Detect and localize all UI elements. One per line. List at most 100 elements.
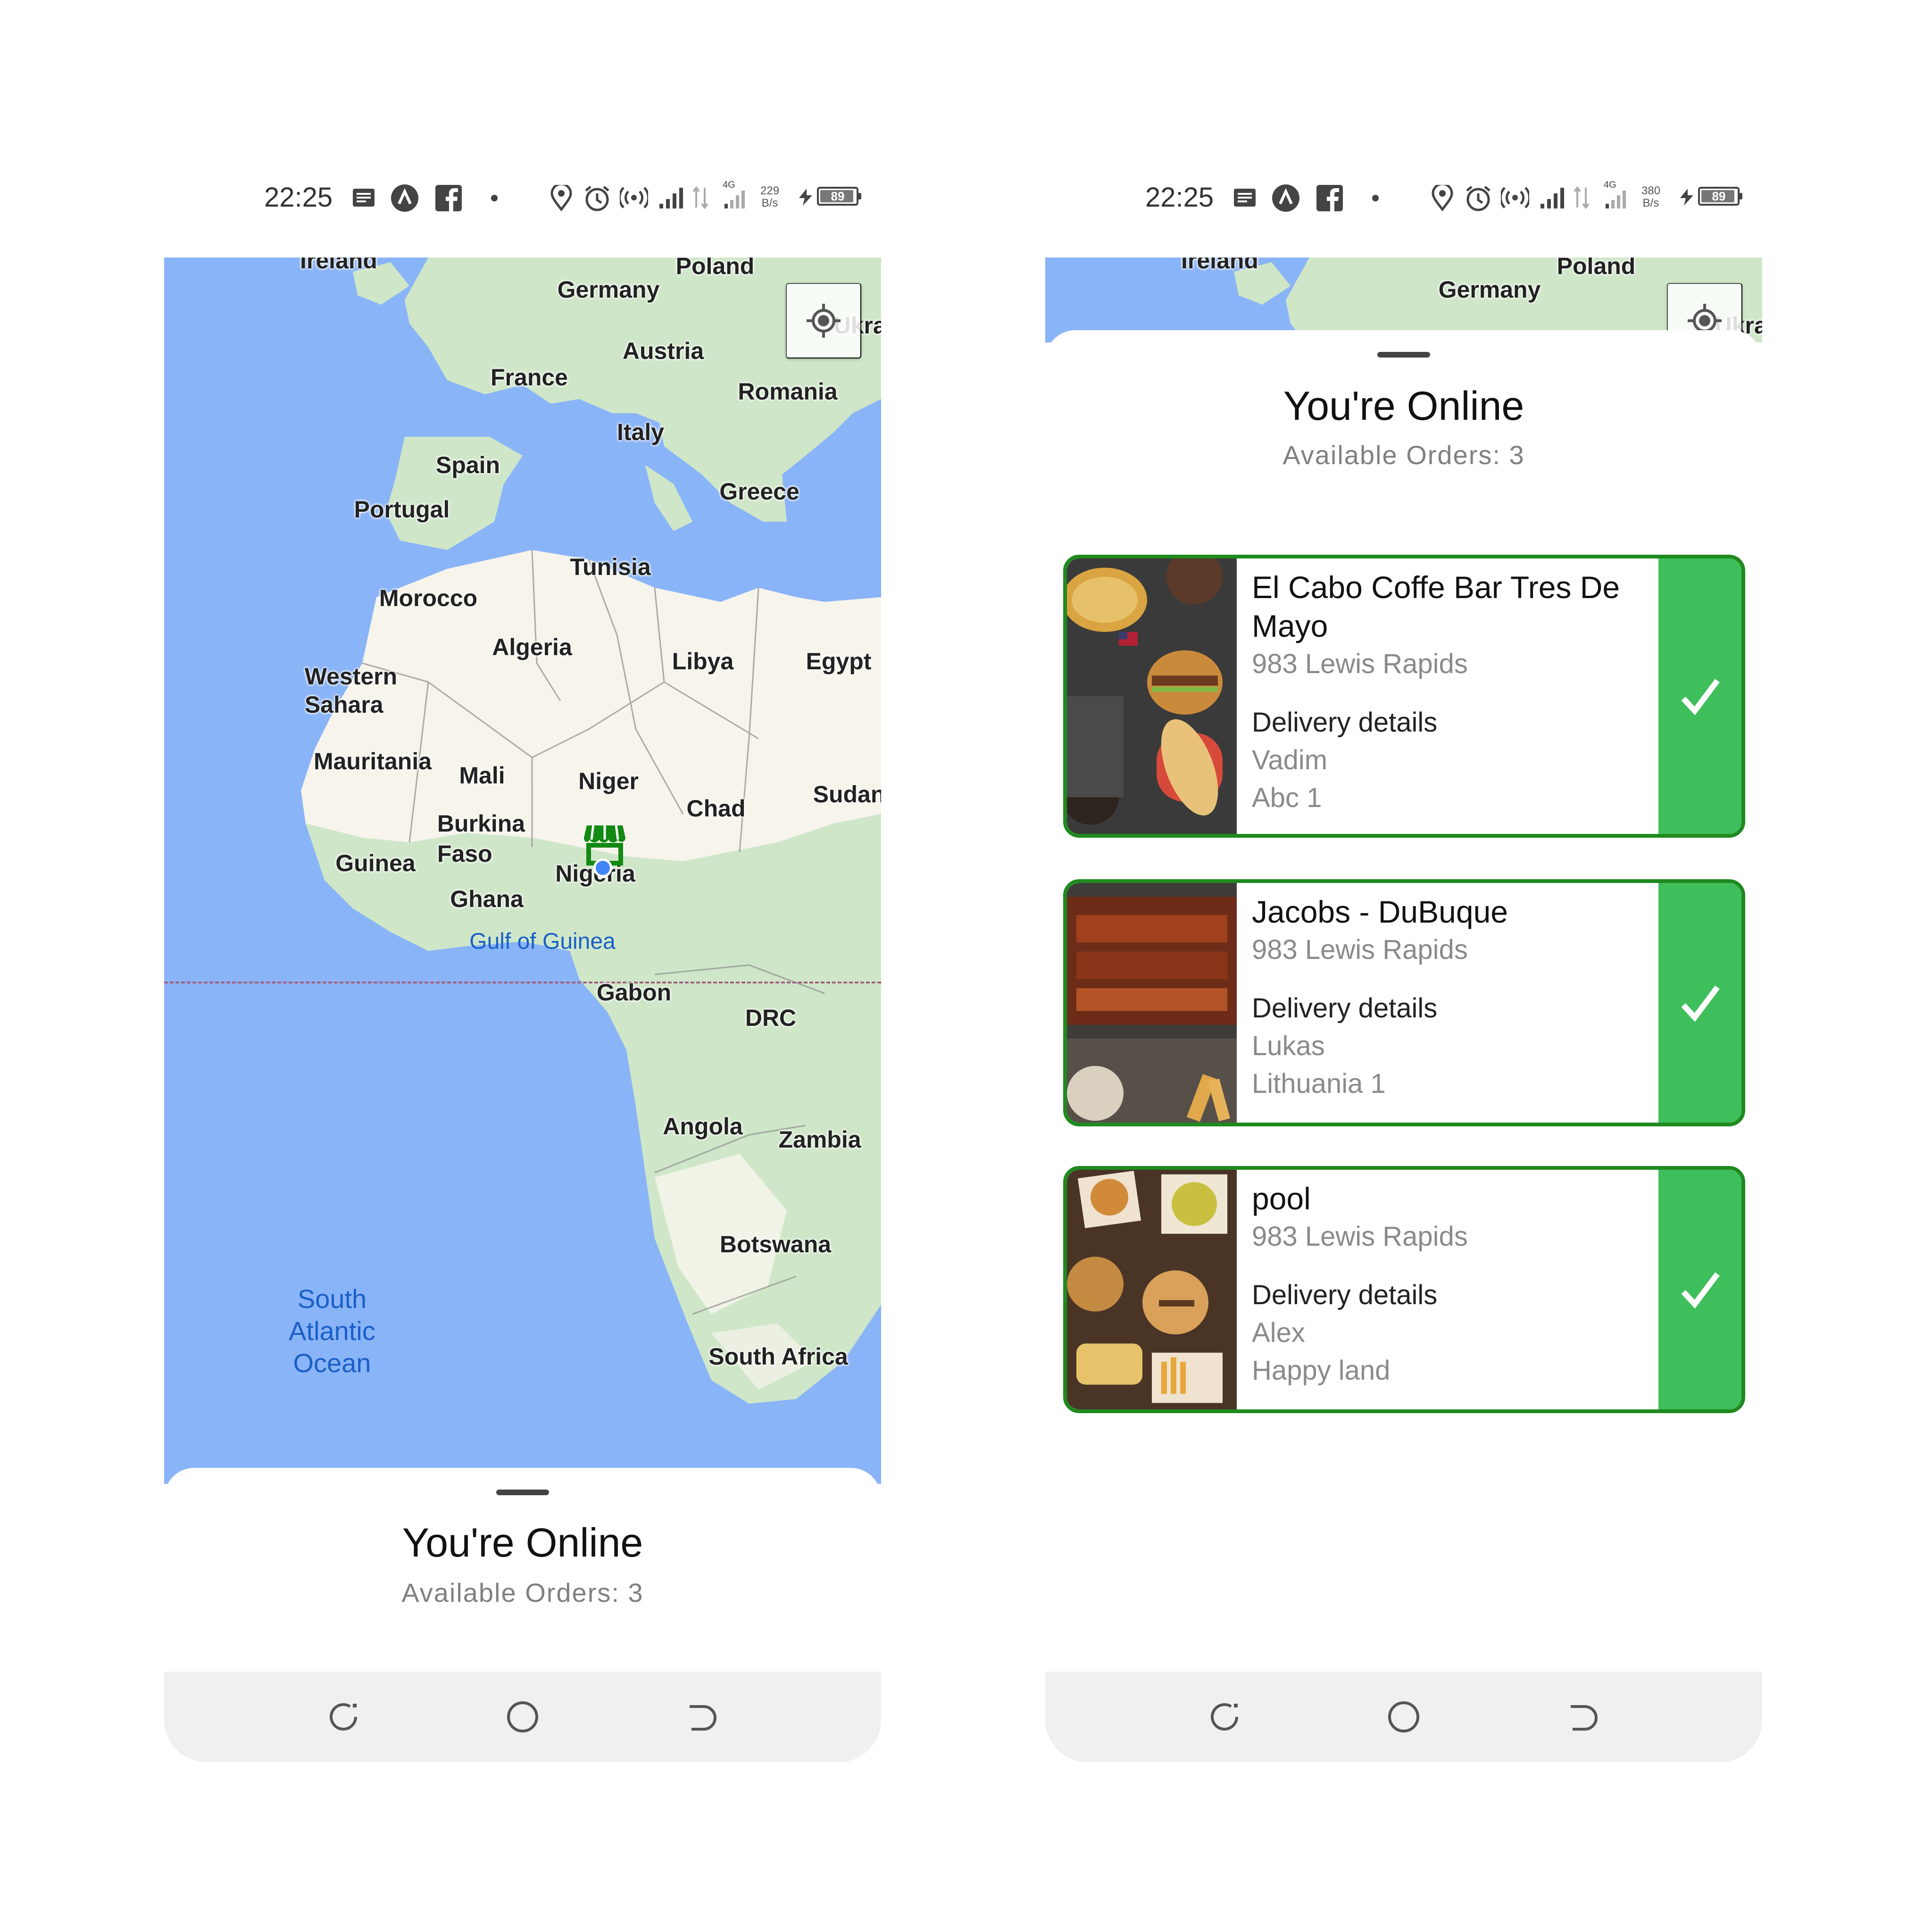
available-orders-count: Available Orders: 3 [401, 1578, 644, 1607]
facebook-icon [435, 185, 462, 211]
order-details: El Cabo Coffe Bar Tres De Mayo 983 Lewis… [1252, 568, 1647, 817]
map-label-south-africa: South Africa [708, 1343, 848, 1370]
hotspot-icon [1501, 186, 1529, 209]
map-label-germany: Germany [1438, 276, 1541, 303]
map-label-romania: Romania [738, 378, 838, 405]
status-bar: 22:25 4G 380 B/s 89 [1045, 174, 1762, 221]
signal-4g-icon: 4G [1602, 179, 1633, 210]
map-label-egypt: Egypt [806, 648, 872, 675]
back-icon [1571, 1705, 1598, 1731]
map-view[interactable]: Ireland Germany Poland Ukrai France Aust… [164, 258, 881, 1484]
map-label-ireland: Ireland [300, 258, 377, 274]
delivery-address: Lithuania 1 [1252, 1068, 1386, 1099]
hotspot-icon [620, 186, 648, 209]
back-icon [690, 1705, 716, 1731]
delivery-details-label: Delivery details [1252, 993, 1438, 1024]
dot-icon [1372, 194, 1379, 202]
delivery-address: Happy land [1252, 1355, 1391, 1386]
navigation-bar [1045, 1672, 1762, 1762]
battery-indicator: 89 [817, 187, 861, 206]
facebook-icon [1316, 185, 1343, 211]
battery-level: 89 [1712, 189, 1726, 203]
restaurant-photo [1067, 1170, 1237, 1409]
customer-name: Vadim [1252, 745, 1328, 775]
home-button[interactable] [1385, 1698, 1423, 1736]
map-label-greece: Greece [719, 478, 799, 505]
back-button[interactable] [683, 1698, 721, 1736]
status-bar: 22:25 4G 229 B/s 89 [164, 174, 881, 221]
customer-name: Lukas [1252, 1031, 1325, 1061]
map-label-france: France [491, 364, 568, 391]
location-pin-icon [550, 185, 573, 211]
svg-text:4G: 4G [723, 180, 735, 190]
map-label-austria: Austria [622, 338, 704, 364]
restaurant-photo [1067, 558, 1237, 834]
alarm-icon [1464, 184, 1492, 212]
recent-apps-icon [330, 1703, 357, 1731]
delivery-details-label: Delivery details [1252, 1280, 1438, 1310]
battery-level: 89 [831, 189, 845, 203]
map-label-ghana: Ghana [450, 886, 524, 912]
restaurant-address: 983 Lewis Rapids [1252, 1221, 1468, 1252]
phone-screen-orders: 22:25 4G 380 B/s 89 Ireland Germany Pola… [1045, 0, 1762, 1932]
network-speed: 380 B/s [1641, 185, 1660, 209]
order-card[interactable]: pool 983 Lewis Rapids Delivery details A… [1063, 1166, 1745, 1413]
speed-unit: B/s [761, 197, 778, 209]
map-label-italy: Italy [616, 419, 665, 445]
map-label-poland: Poland [675, 258, 755, 279]
current-location-dot [593, 858, 612, 877]
bottom-sheet-expanded[interactable]: You're Online Available Orders: 3 El Cab… [1045, 330, 1762, 1672]
available-orders-count: Available Orders: 3 [1282, 440, 1525, 470]
map-label-tunisia: Tunisia [570, 554, 651, 580]
check-icon [1681, 985, 1720, 1022]
map-label-poland: Poland [1557, 258, 1636, 279]
map-label-drc: DRC [745, 1005, 797, 1031]
home-button[interactable] [504, 1698, 541, 1736]
online-status-title: You're Online [402, 1520, 643, 1566]
map-label-gabon: Gabon [596, 979, 672, 1006]
equator-line [164, 982, 881, 983]
order-details: Jacobs - DuBuque 983 Lewis Rapids Delive… [1252, 892, 1647, 1103]
map-label-algeria: Algeria [492, 634, 572, 660]
restaurant-name: Jacobs - DuBuque [1252, 894, 1508, 929]
map-label-spain: Spain [435, 452, 500, 478]
map-label-burkina-faso: Burkina Faso [437, 810, 525, 867]
accept-order-button[interactable] [1658, 558, 1741, 834]
recent-apps-icon [1211, 1703, 1238, 1731]
restaurant-name: pool [1252, 1181, 1311, 1216]
map-terrain [164, 258, 881, 1484]
map-label-angola: Angola [663, 1113, 743, 1140]
message-icon [352, 188, 375, 208]
data-arrows-icon [691, 186, 710, 209]
navigation-bar [164, 1672, 881, 1762]
map-label-chad: Chad [686, 795, 746, 822]
customer-name: Alex [1252, 1317, 1305, 1348]
speed-unit: B/s [1642, 197, 1659, 209]
restaurant-address: 983 Lewis Rapids [1252, 649, 1468, 679]
recent-apps-button[interactable] [1206, 1698, 1243, 1736]
app-a-icon [391, 184, 419, 212]
signal-icon [1539, 186, 1567, 209]
map-view[interactable]: Ireland Germany Poland Ukrai [1045, 258, 1762, 342]
order-details: pool 983 Lewis Rapids Delivery details A… [1252, 1179, 1647, 1390]
sheet-drag-handle[interactable] [1377, 352, 1430, 358]
accept-order-button[interactable] [1658, 883, 1741, 1123]
location-pin-icon [1431, 185, 1454, 211]
order-card[interactable]: Jacobs - DuBuque 983 Lewis Rapids Delive… [1063, 879, 1745, 1126]
accept-order-button[interactable] [1658, 1170, 1741, 1409]
map-label-mauritania: Mauritania [313, 748, 432, 774]
order-card[interactable]: El Cabo Coffe Bar Tres De Mayo 983 Lewis… [1063, 555, 1745, 838]
map-label-libya: Libya [672, 648, 734, 675]
signal-icon [658, 186, 686, 209]
my-location-button[interactable] [786, 283, 861, 358]
svg-text:4G: 4G [1604, 180, 1616, 190]
recent-apps-button[interactable] [325, 1698, 362, 1736]
dot-icon [491, 194, 498, 202]
alarm-icon [583, 184, 611, 212]
sheet-drag-handle[interactable] [496, 1490, 549, 1495]
bottom-sheet[interactable]: You're Online Available Orders: 3 [164, 1468, 881, 1671]
message-icon [1233, 188, 1257, 208]
map-label-gulf-of-guinea: Gulf of Guinea [469, 929, 616, 954]
back-button[interactable] [1564, 1698, 1602, 1736]
phone-screen-map: 22:25 4G 229 B/s 89 Ireland Germany Pola… [164, 0, 881, 1932]
